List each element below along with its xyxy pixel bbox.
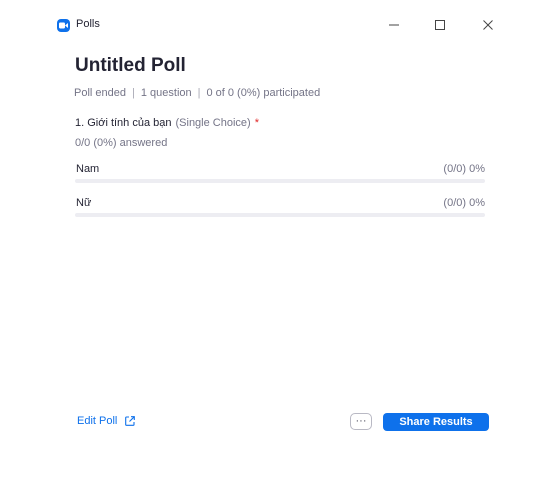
title-bar: Polls [0, 0, 555, 50]
option-nu: Nữ (0/0) 0% [75, 197, 485, 221]
close-icon [483, 20, 493, 30]
option-nam: Nam (0/0) 0% [75, 163, 485, 187]
share-results-button[interactable]: Share Results [383, 413, 489, 431]
question-heading: 1. Giới tính của bạn (Single Choice) * [75, 117, 259, 129]
meta-separator: | [197, 87, 201, 99]
poll-title: Untitled Poll [75, 55, 186, 76]
question-type: (Single Choice) [175, 117, 251, 129]
maximize-icon [435, 20, 445, 30]
option-label: Nam [76, 163, 100, 175]
zoom-camera-icon [57, 19, 70, 32]
more-options-button[interactable]: ··· [350, 413, 372, 430]
option-stat: (0/0) 0% [443, 163, 485, 175]
required-marker: * [254, 117, 259, 129]
option-label: Nữ [76, 197, 92, 209]
answered-count: 0/0 (0%) answered [75, 137, 168, 149]
minimize-icon [389, 24, 399, 26]
close-button[interactable] [476, 15, 500, 35]
participation: 0 of 0 (0%) participated [206, 87, 321, 99]
question-count: 1 question [140, 87, 192, 99]
maximize-button[interactable] [428, 15, 452, 35]
question-text: 1. Giới tính của bạn [75, 117, 172, 129]
option-result-bar [75, 179, 485, 183]
option-result-bar [75, 213, 485, 217]
polls-window: Polls Untitled Poll Poll ended | 1 questio… [0, 0, 555, 479]
minimize-button[interactable] [382, 15, 406, 35]
poll-status: Poll ended [74, 87, 126, 99]
edit-poll-link[interactable]: Edit Poll [77, 415, 136, 427]
poll-meta: Poll ended | 1 question | 0 of 0 (0%) partic… [74, 87, 320, 99]
app-title: Polls [76, 18, 100, 30]
external-link-icon [125, 416, 136, 426]
option-stat: (0/0) 0% [443, 197, 485, 209]
edit-poll-label: Edit Poll [77, 415, 118, 427]
meta-separator: | [132, 87, 135, 99]
